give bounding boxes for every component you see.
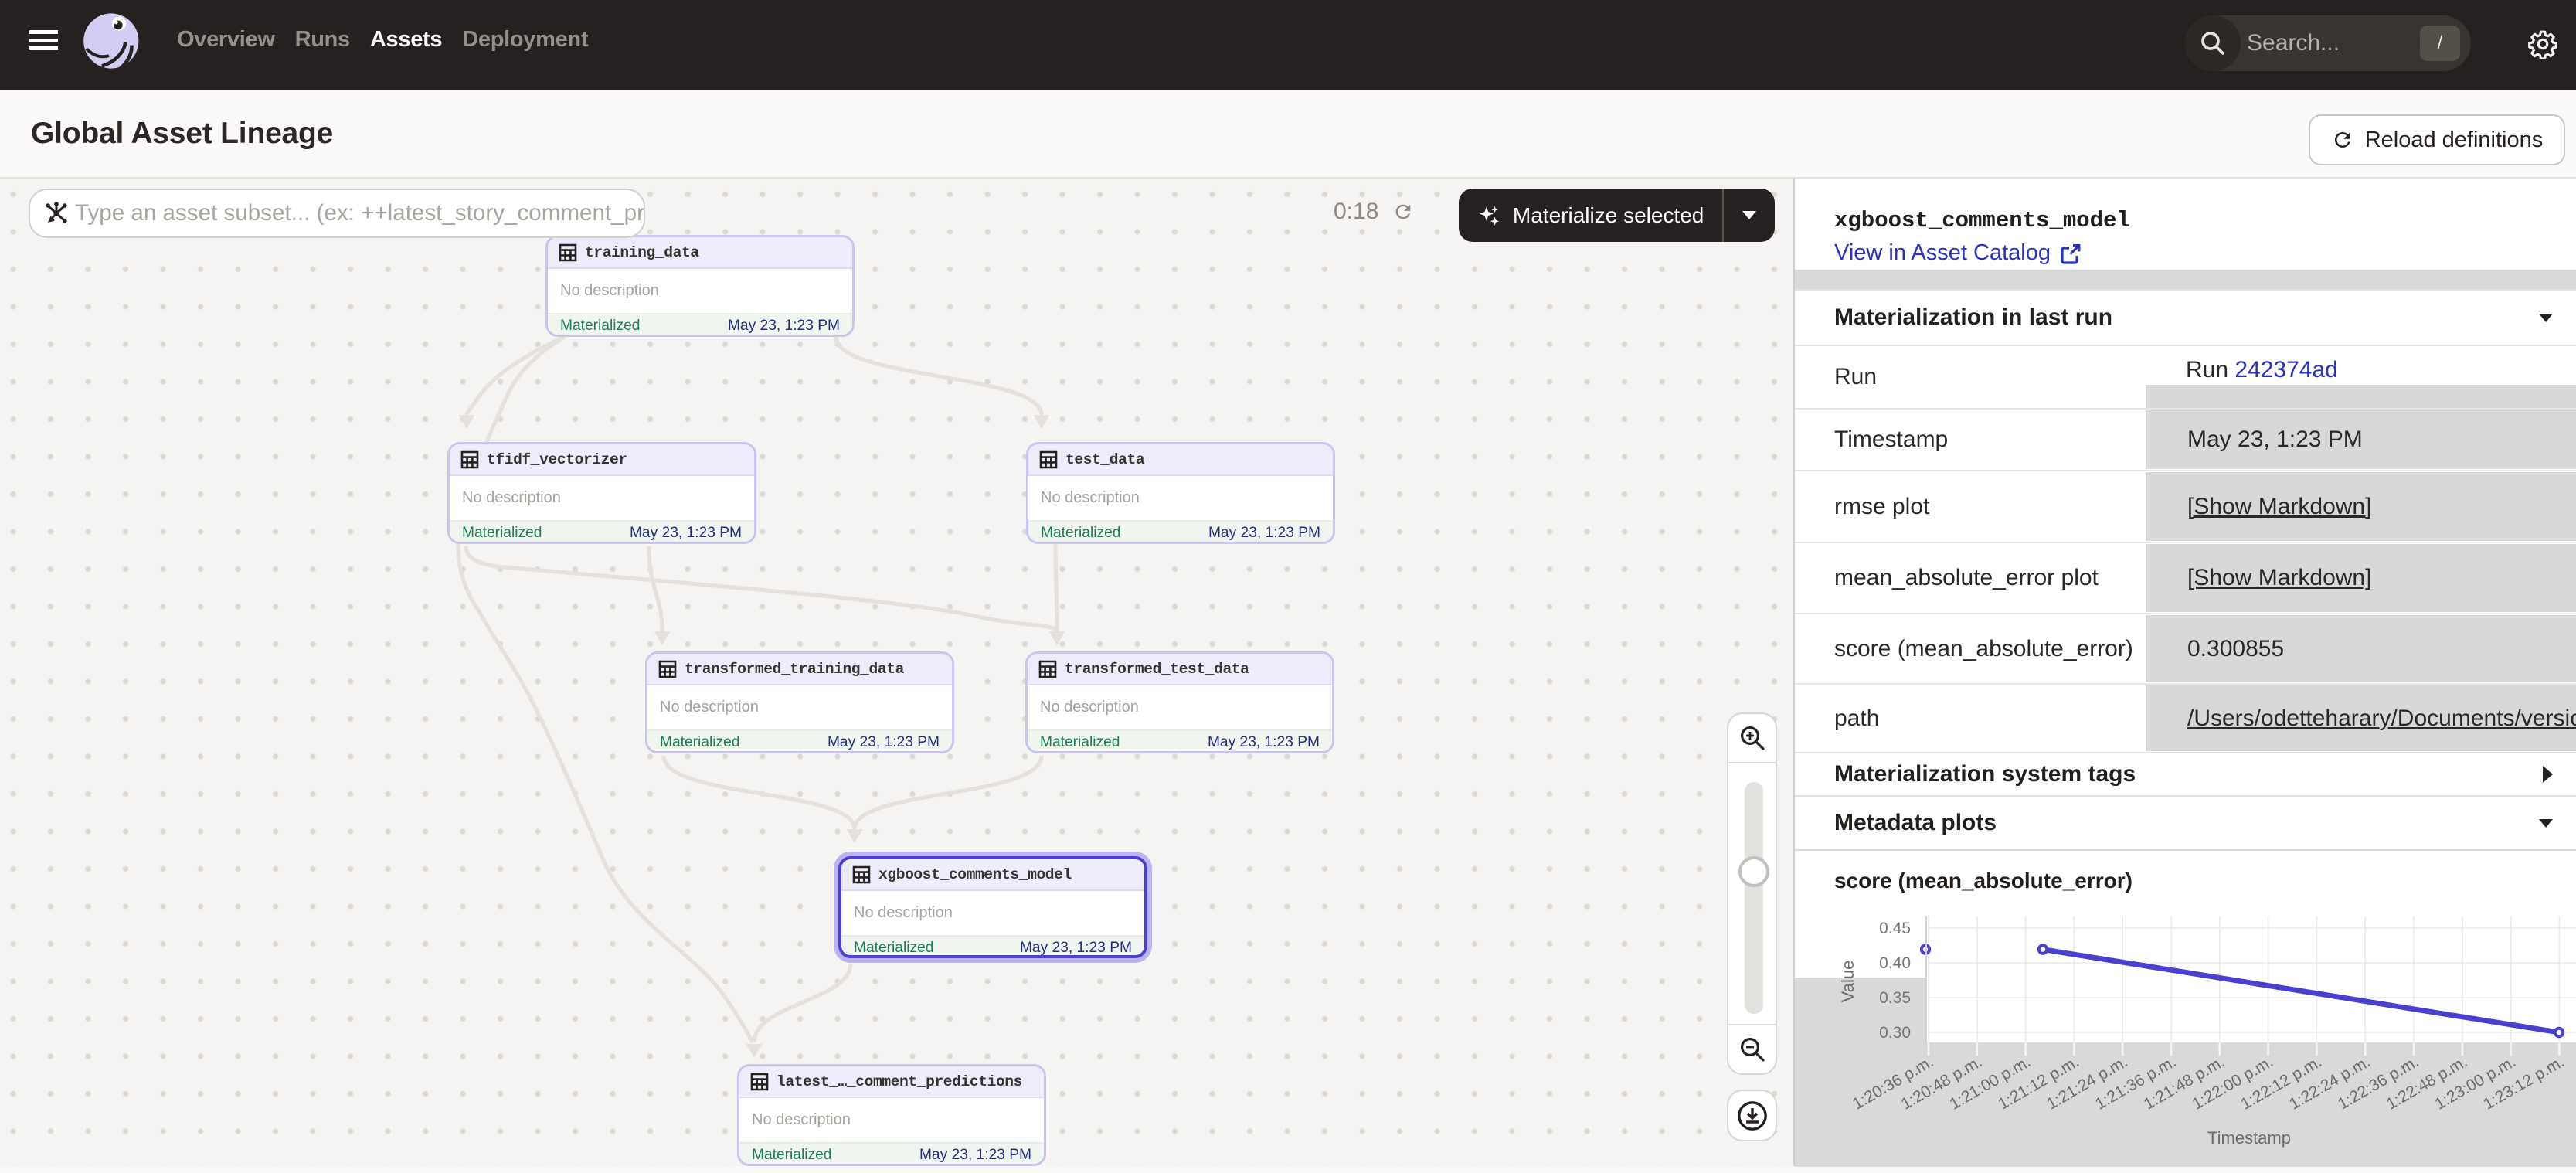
svg-text:0.40: 0.40	[1879, 954, 1911, 972]
svg-text:0.35: 0.35	[1879, 989, 1911, 1007]
svg-text:Timestamp: Timestamp	[2207, 1128, 2291, 1148]
svg-text:0.45: 0.45	[1879, 920, 1911, 937]
svg-text:0.30: 0.30	[1879, 1024, 1911, 1042]
svg-text:Value: Value	[1838, 960, 1857, 1003]
